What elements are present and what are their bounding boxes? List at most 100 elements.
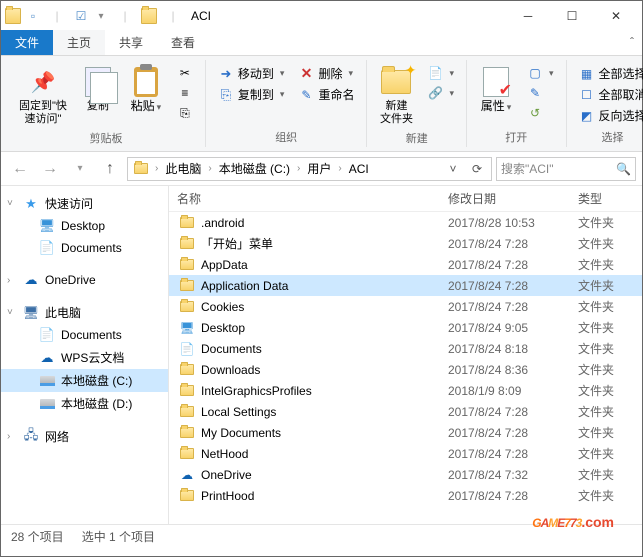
expand-icon[interactable]: › (7, 431, 10, 442)
copy-button[interactable]: 复制 (77, 64, 119, 115)
collapse-ribbon-icon[interactable]: ˆ (630, 35, 634, 49)
column-headers: 名称 修改日期 类型 (169, 186, 642, 212)
file-row[interactable]: ☁OneDrive2017/8/24 7:32文件夹 (169, 464, 642, 485)
tab-share[interactable]: 共享 (105, 30, 157, 55)
rename-button[interactable]: ✎重命名 (294, 85, 358, 104)
paste-shortcut-button[interactable]: ⎘ (173, 104, 197, 122)
pin-icon: 📌 (27, 66, 59, 98)
paste-icon (130, 66, 162, 98)
sidebar-documents2[interactable]: 📄Documents (1, 324, 168, 346)
file-date: 2017/8/24 7:28 (440, 300, 570, 314)
file-date: 2017/8/24 8:18 (440, 342, 570, 356)
file-date: 2017/8/24 7:28 (440, 237, 570, 251)
sidebar-diskd[interactable]: 本地磁盘 (D:) (1, 392, 168, 415)
chevron-right-icon[interactable]: › (152, 163, 161, 174)
breadcrumb-seg[interactable]: ACI (345, 158, 373, 180)
sidebar-network[interactable]: ›🖧网络 (1, 425, 168, 448)
file-row[interactable]: NetHood2017/8/24 7:28文件夹 (169, 443, 642, 464)
file-row[interactable]: Application Data2017/8/24 7:28文件夹 (169, 275, 642, 296)
paste-button[interactable]: 粘贴▾ (125, 64, 167, 116)
pin-quickaccess-button[interactable]: 📌 固定到"快 速访问" (15, 64, 71, 128)
moveto-button[interactable]: ➜移动到▾ (214, 64, 289, 83)
file-name: .android (201, 216, 244, 230)
select-none-button[interactable]: ☐全部取消 (575, 85, 643, 104)
search-input[interactable]: 搜索"ACI" 🔍 (496, 157, 636, 181)
new-folder-button[interactable]: 新建 文件夹 (375, 64, 417, 128)
file-type: 文件夹 (570, 214, 642, 231)
sidebar-desktop[interactable]: 🖥Desktop (1, 215, 168, 237)
tab-view[interactable]: 查看 (157, 30, 209, 55)
sidebar-thispc[interactable]: ˅🖥此电脑 (1, 301, 168, 324)
file-row[interactable]: Local Settings2017/8/24 7:28文件夹 (169, 401, 642, 422)
close-button[interactable]: ✕ (594, 2, 638, 30)
chevron-right-icon[interactable]: › (335, 163, 344, 174)
tab-home[interactable]: 主页 (53, 30, 105, 55)
sidebar-wps[interactable]: ☁WPS云文档 (1, 346, 168, 369)
file-type: 文件夹 (570, 466, 642, 483)
file-row[interactable]: My Documents2017/8/24 7:28文件夹 (169, 422, 642, 443)
invert-icon: ◩ (579, 108, 595, 124)
file-type: 文件夹 (570, 298, 642, 315)
file-row[interactable]: PrintHood2017/8/24 7:28文件夹 (169, 485, 642, 506)
file-row[interactable]: 📄Documents2017/8/24 8:18文件夹 (169, 338, 642, 359)
sidebar-documents[interactable]: 📄Documents (1, 237, 168, 259)
search-icon: 🔍 (616, 162, 631, 176)
collapse-icon[interactable]: ˅ (7, 307, 13, 318)
new-item-button[interactable]: 📄▾ (423, 64, 458, 82)
file-row[interactable]: IntelGraphicsProfiles2018/1/9 8:09文件夹 (169, 380, 642, 401)
file-name: Desktop (201, 321, 245, 335)
refresh-button[interactable]: ⟳ (465, 162, 489, 176)
star-icon: ★ (23, 196, 39, 212)
history-button[interactable]: ↺ (523, 104, 558, 122)
breadcrumb-seg[interactable]: 用户 (303, 158, 335, 180)
props-qa-icon[interactable]: ▫ (25, 8, 41, 24)
file-row[interactable]: Cookies 2017/8/24 7:28文件夹 (169, 296, 642, 317)
collapse-icon[interactable]: ˅ (7, 198, 13, 209)
cut-button[interactable]: ✂ (173, 64, 197, 82)
check-qa-icon[interactable]: ☑ (73, 8, 89, 24)
address-bar[interactable]: › 此电脑 › 本地磁盘 (C:) › 用户 › ACI ˅ ⟳ (127, 157, 492, 181)
file-type: 文件夹 (570, 340, 642, 357)
delete-button[interactable]: ✕删除▾ (294, 64, 358, 83)
file-name: Cookies (201, 300, 244, 314)
minimize-button[interactable]: ─ (506, 2, 550, 30)
recent-dropdown[interactable]: ▾ (67, 156, 93, 182)
sep: | (117, 8, 133, 24)
open-button[interactable]: ▢▾ (523, 64, 558, 82)
col-type[interactable]: 类型 (570, 190, 642, 207)
file-row[interactable]: 「开始」菜单2017/8/24 7:28文件夹 (169, 233, 642, 254)
invert-selection-button[interactable]: ◩反向选择 (575, 106, 643, 125)
col-date[interactable]: 修改日期 (440, 190, 570, 207)
sidebar-quickaccess[interactable]: ˅★快速访问 (1, 192, 168, 215)
col-name[interactable]: 名称 (169, 190, 440, 207)
network-icon: 🖧 (23, 429, 39, 445)
sidebar-diskc[interactable]: 本地磁盘 (C:) (1, 369, 168, 392)
select-all-button[interactable]: ▦全部选择 (575, 64, 643, 83)
expand-icon[interactable]: › (7, 275, 10, 286)
open-icon: ▢ (527, 65, 543, 81)
back-button[interactable]: ← (7, 156, 33, 182)
chevron-right-icon[interactable]: › (294, 163, 303, 174)
chevron-right-icon[interactable]: › (205, 163, 214, 174)
file-row[interactable]: AppData2017/8/24 7:28文件夹 (169, 254, 642, 275)
file-list: 名称 修改日期 类型 .android2017/8/28 10:53文件夹「开始… (169, 186, 642, 524)
sidebar-onedrive[interactable]: ›☁OneDrive (1, 269, 168, 291)
breadcrumb-seg[interactable]: 此电脑 (161, 158, 205, 180)
properties-button[interactable]: 属性▾ (475, 64, 517, 116)
addr-root[interactable] (130, 158, 152, 180)
edit-button[interactable]: ✎ (523, 84, 558, 102)
copy-path-button[interactable]: ≡ (173, 84, 197, 102)
file-row[interactable]: 🖥Desktop2017/8/24 9:05文件夹 (169, 317, 642, 338)
tab-file[interactable]: 文件 (1, 30, 53, 55)
copyto-button[interactable]: ⎘复制到▾ (214, 85, 289, 104)
file-row[interactable]: .android2017/8/28 10:53文件夹 (169, 212, 642, 233)
maximize-button[interactable]: ☐ (550, 2, 594, 30)
file-row[interactable]: Downloads2017/8/24 8:36文件夹 (169, 359, 642, 380)
addr-dropdown-icon[interactable]: ˅ (441, 162, 465, 176)
qa-dropdown-icon[interactable]: ▾ (93, 8, 109, 24)
up-button[interactable]: ↑ (97, 156, 123, 182)
breadcrumb-seg[interactable]: 本地磁盘 (C:) (215, 158, 294, 180)
forward-button[interactable]: → (37, 156, 63, 182)
delete-icon: ✕ (298, 66, 314, 82)
easy-access-button[interactable]: 🔗▾ (423, 84, 458, 102)
